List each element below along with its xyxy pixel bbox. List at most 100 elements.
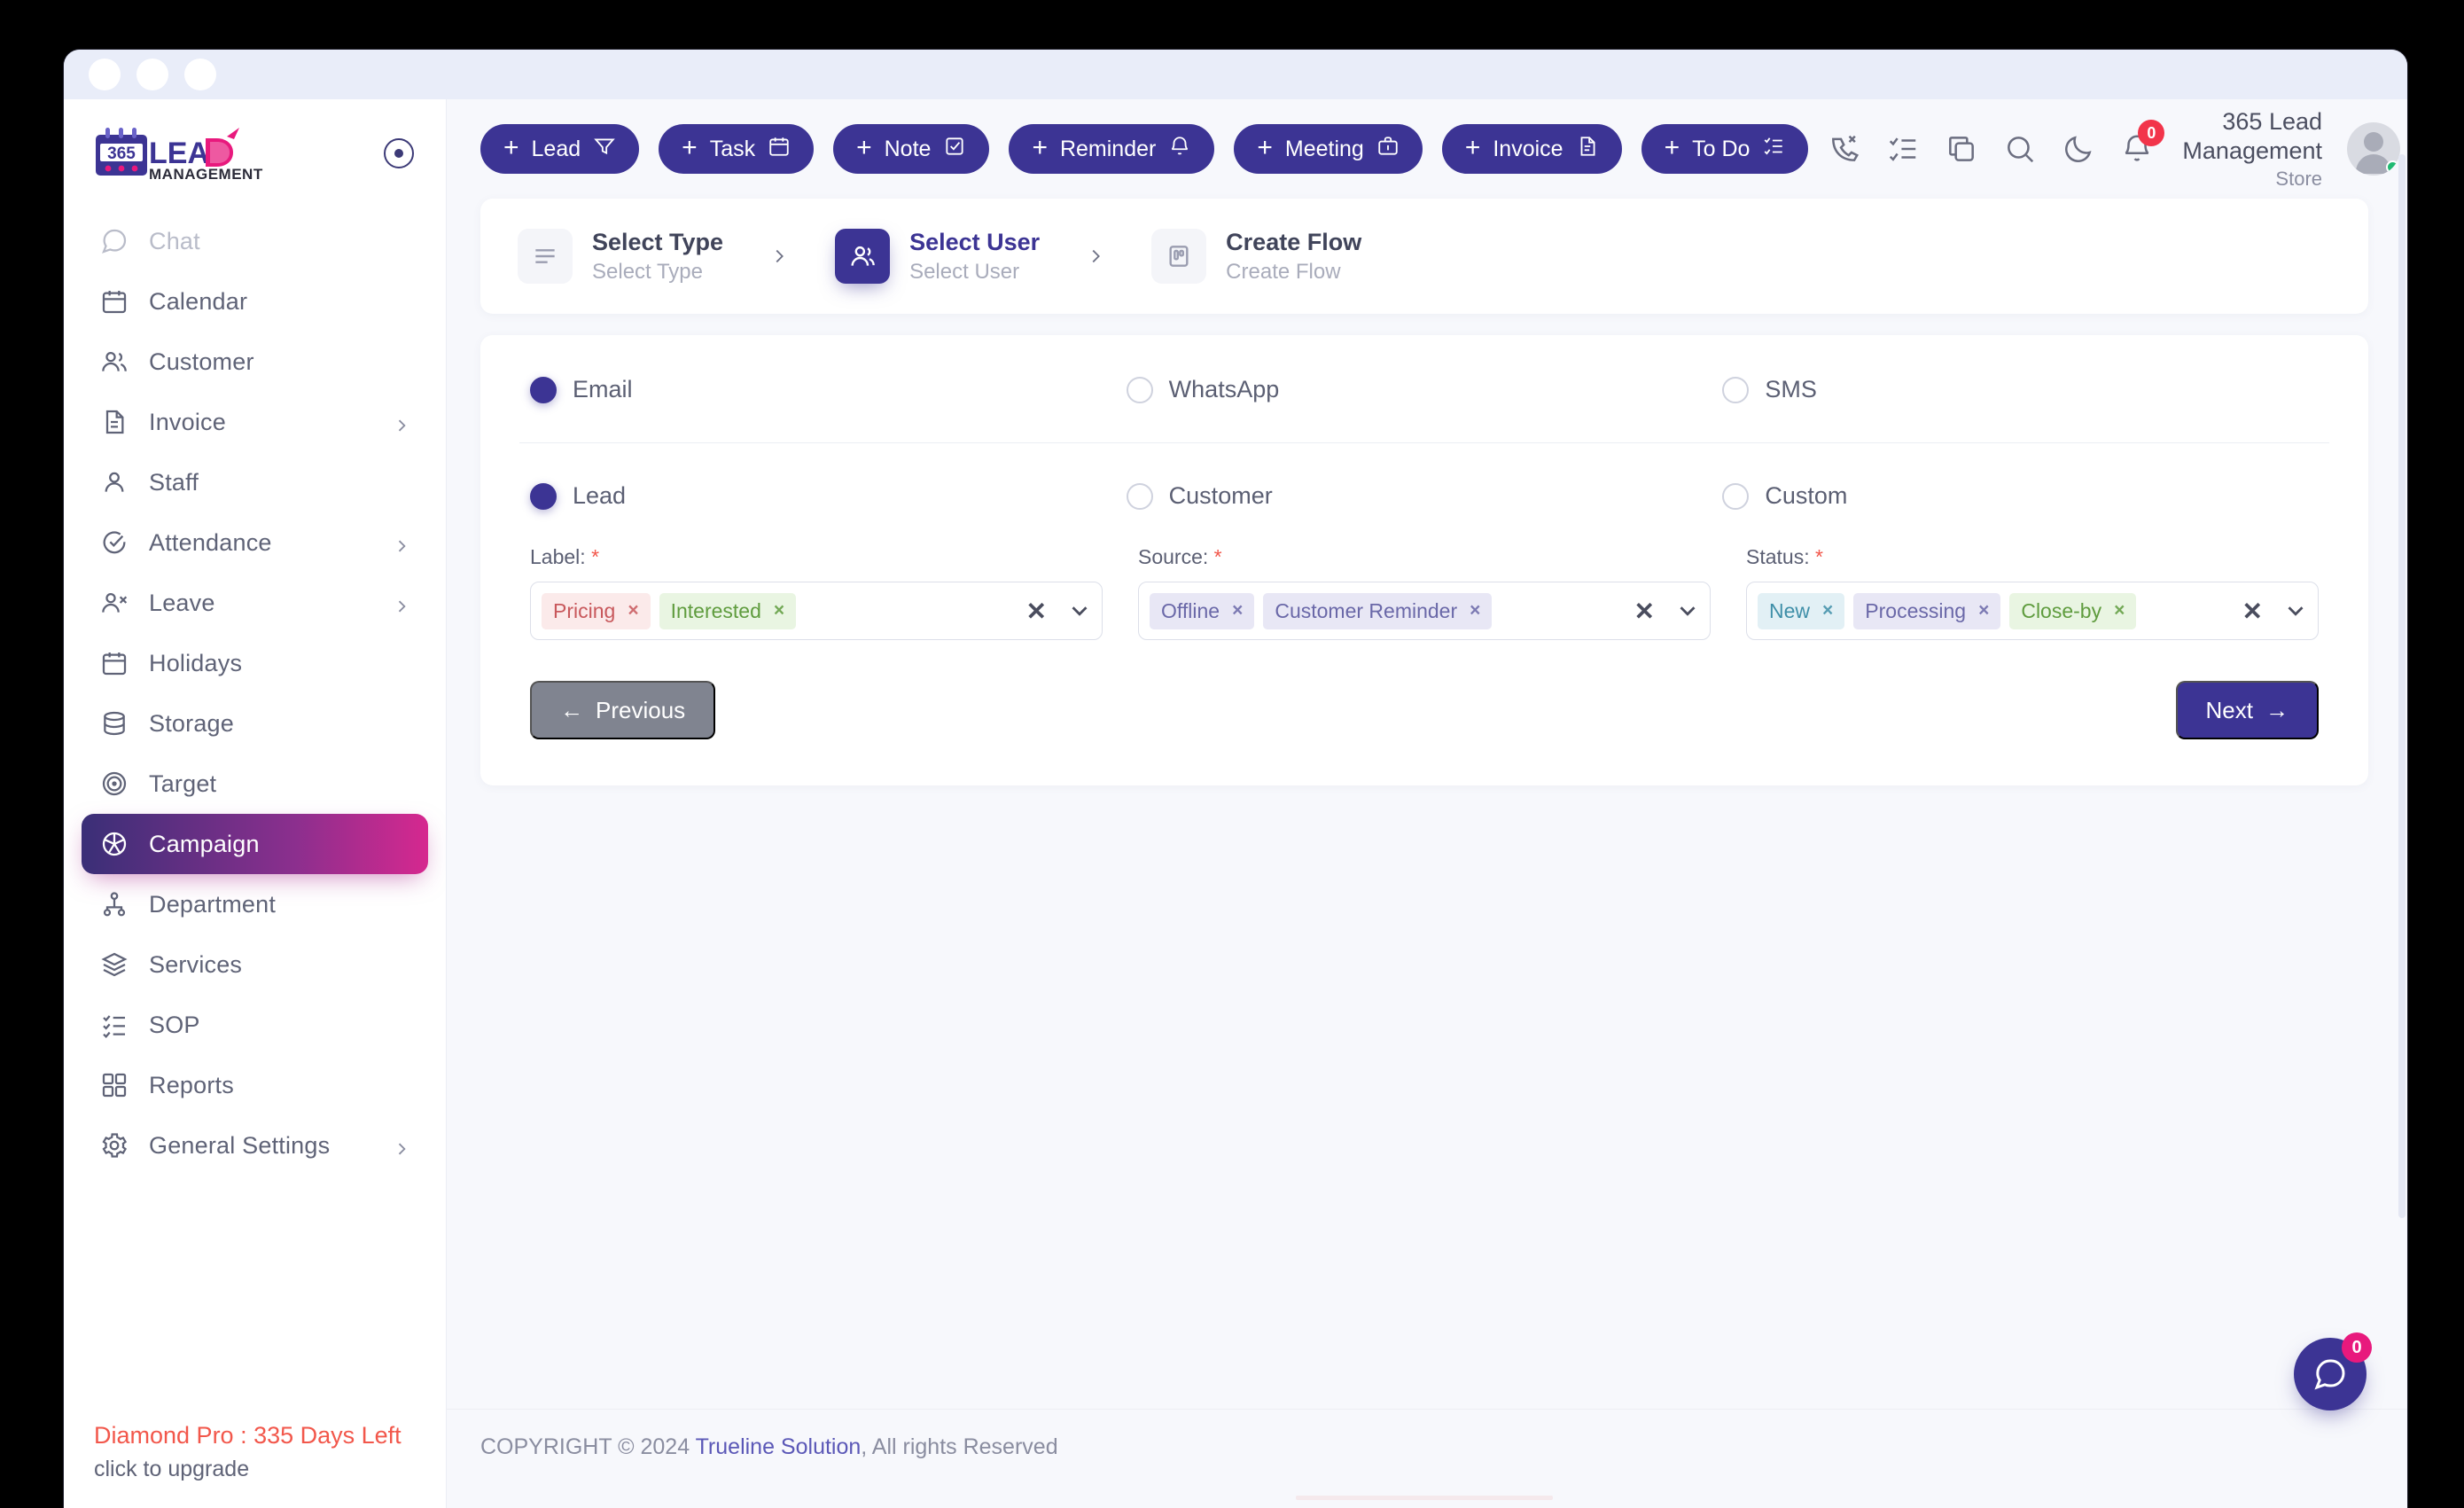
- tag-remove-icon[interactable]: ×: [1232, 600, 1243, 621]
- tag-chip[interactable]: Close-by ×: [2009, 592, 2137, 629]
- chevron-down-icon[interactable]: [2282, 598, 2309, 624]
- sidebar-item-label: Services: [149, 950, 243, 978]
- list-lines-icon: [518, 229, 573, 285]
- radio-mark: [530, 376, 557, 403]
- status-multiselect[interactable]: New × Processing × Close-by × ✕: [1746, 582, 2319, 641]
- tag-chip[interactable]: Interested ×: [659, 592, 797, 629]
- plan-upgrade-link[interactable]: click to upgrade: [94, 1453, 416, 1485]
- radio-label: SMS: [1765, 376, 1817, 403]
- chevron-down-icon[interactable]: [1066, 598, 1093, 624]
- radio-option-custom[interactable]: Custom: [1722, 482, 2319, 510]
- sidebar-item-reports[interactable]: Reports: [82, 1055, 428, 1115]
- app-logo[interactable]: 365 LEA MANAGEMENT: [94, 124, 271, 183]
- radio-option-customer[interactable]: Customer: [1126, 482, 1723, 510]
- label-multiselect[interactable]: Pricing × Interested × ✕: [530, 582, 1103, 641]
- chevron-down-icon[interactable]: [1674, 598, 1701, 624]
- top-toolbar: + Lead + Task + Note + Reminder + Meetin…: [447, 99, 2407, 199]
- sidebar-item-sop[interactable]: SOP: [82, 995, 428, 1055]
- plus-icon: +: [1664, 133, 1680, 162]
- clear-all-icon[interactable]: ✕: [1624, 597, 1665, 626]
- radio-mark: [1722, 376, 1750, 403]
- clear-all-icon[interactable]: ✕: [1016, 597, 1057, 626]
- tag-remove-icon[interactable]: ×: [628, 600, 638, 621]
- sidebar-item-general-settings[interactable]: General Settings: [82, 1115, 428, 1176]
- tag-chip[interactable]: Processing ×: [1853, 592, 2001, 629]
- storage-icon: [99, 708, 129, 738]
- sidebar-item-campaign[interactable]: Campaign: [82, 814, 428, 874]
- sidebar-item-department[interactable]: Department: [82, 874, 428, 934]
- task-list-icon[interactable]: [1886, 132, 1920, 166]
- sidebar-item-target[interactable]: Target: [82, 754, 428, 814]
- sidebar-item-label: Reports: [149, 1071, 234, 1098]
- copy-icon[interactable]: [1945, 132, 1978, 166]
- radio-option-email[interactable]: Email: [530, 376, 1127, 403]
- add-lead-button[interactable]: + Lead: [480, 124, 640, 174]
- wizard-stepper: Select Type Select Type Select User Sele…: [480, 199, 2368, 315]
- radio-option-lead[interactable]: Lead: [530, 482, 1127, 510]
- chevron-right-icon: [1086, 246, 1105, 266]
- holidays-icon: [99, 648, 129, 678]
- tag-remove-icon[interactable]: ×: [2114, 600, 2125, 621]
- org-info[interactable]: 365 Lead Management Store: [2182, 107, 2322, 191]
- step-create-flow[interactable]: Create Flow Create Flow: [1151, 227, 1361, 285]
- previous-button[interactable]: ← Previous: [530, 681, 716, 740]
- sidebar-item-label: Target: [149, 770, 217, 797]
- button-label: To Do: [1692, 136, 1751, 161]
- avatar[interactable]: [2347, 122, 2401, 176]
- missed-call-icon[interactable]: [1828, 132, 1861, 166]
- chevron-right-icon: [393, 1137, 410, 1155]
- sidebar-item-calendar[interactable]: Calendar: [82, 271, 428, 332]
- notification-bell-icon[interactable]: 0: [2120, 120, 2165, 166]
- add-todo-button[interactable]: + To Do: [1641, 124, 1809, 174]
- clear-all-icon[interactable]: ✕: [2232, 597, 2273, 626]
- tag-remove-icon[interactable]: ×: [774, 600, 784, 621]
- page-content: Select Type Select Type Select User Sele…: [447, 199, 2407, 786]
- step-select-type[interactable]: Select Type Select Type: [518, 227, 723, 285]
- sidebar-item-attendance[interactable]: Attendance: [82, 512, 428, 573]
- add-reminder-button[interactable]: + Reminder: [1009, 124, 1215, 174]
- sidebar-item-chat[interactable]: Chat: [82, 211, 428, 271]
- vertical-scrollbar[interactable]: [2398, 154, 2406, 1218]
- source-multiselect[interactable]: Offline × Customer Reminder × ✕: [1138, 582, 1711, 641]
- radio-label: Email: [573, 376, 633, 403]
- search-icon[interactable]: [2003, 132, 2037, 166]
- tag-chip[interactable]: Customer Reminder ×: [1263, 592, 1493, 629]
- step-title: Select Type: [592, 229, 724, 255]
- sidebar-item-leave[interactable]: Leave: [82, 573, 428, 633]
- plus-icon: +: [856, 133, 872, 162]
- sidebar-item-holidays[interactable]: Holidays: [82, 633, 428, 693]
- required-asterisk: *: [591, 545, 600, 569]
- window-control-minimize[interactable]: [136, 59, 168, 90]
- sidebar-item-storage[interactable]: Storage: [82, 693, 428, 754]
- chevron-right-icon: [393, 534, 410, 552]
- briefcase-icon: [1376, 135, 1400, 164]
- sidebar-collapse-toggle-icon[interactable]: [384, 138, 414, 168]
- footer-company-link[interactable]: Trueline Solution: [696, 1434, 862, 1459]
- radio-option-whatsapp[interactable]: WhatsApp: [1126, 376, 1723, 403]
- chat-support-button[interactable]: 0: [2294, 1332, 2372, 1410]
- sidebar-item-customer[interactable]: Customer: [82, 332, 428, 392]
- next-button[interactable]: Next →: [2175, 681, 2319, 740]
- tag-remove-icon[interactable]: ×: [1822, 600, 1833, 621]
- window-control-close[interactable]: [89, 59, 121, 90]
- add-invoice-button[interactable]: + Invoice: [1441, 124, 1622, 174]
- add-task-button[interactable]: + Task: [659, 124, 815, 174]
- sidebar-item-staff[interactable]: Staff: [82, 452, 428, 512]
- add-meeting-button[interactable]: + Meeting: [1234, 124, 1423, 174]
- tag-remove-icon[interactable]: ×: [1470, 600, 1480, 621]
- sidebar-item-invoice[interactable]: Invoice: [82, 392, 428, 452]
- tag-chip[interactable]: Pricing ×: [542, 592, 651, 629]
- sidebar-item-services[interactable]: Services: [82, 934, 428, 995]
- tag-chip[interactable]: New ×: [1758, 592, 1845, 629]
- dark-mode-moon-icon[interactable]: [2062, 132, 2095, 166]
- plan-upgrade-block[interactable]: Diamond Pro : 335 Days Left click to upg…: [64, 1418, 446, 1508]
- add-note-button[interactable]: + Note: [833, 124, 990, 174]
- radio-option-sms[interactable]: SMS: [1722, 376, 2319, 403]
- tag-remove-icon[interactable]: ×: [1978, 600, 1989, 621]
- channel-radio-group: Email WhatsApp SMS: [480, 376, 2368, 403]
- field-label-text: Source: *: [1138, 545, 1711, 569]
- department-icon: [99, 889, 129, 919]
- step-select-user[interactable]: Select User Select User: [835, 227, 1040, 285]
- tag-chip[interactable]: Offline ×: [1150, 592, 1255, 629]
- window-control-maximize[interactable]: [184, 59, 216, 90]
